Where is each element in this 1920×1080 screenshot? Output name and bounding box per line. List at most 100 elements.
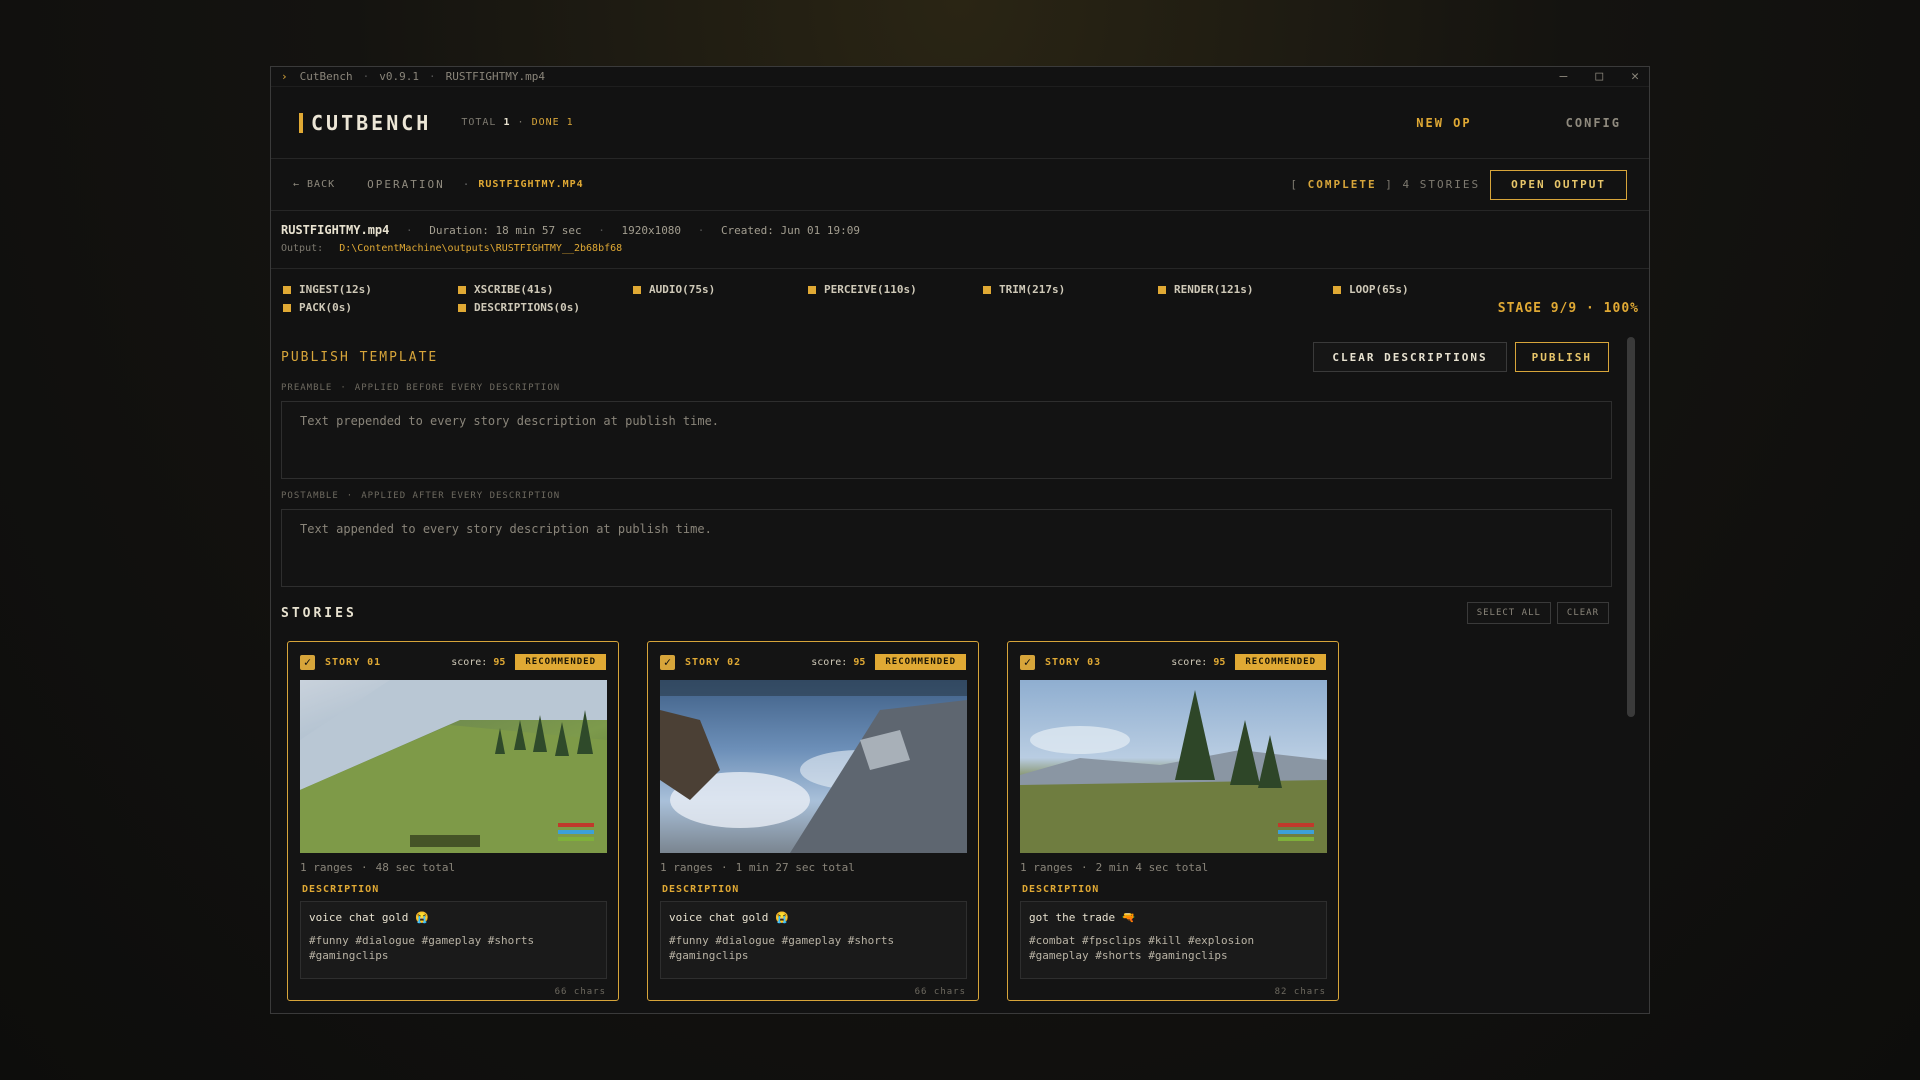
- minimize-icon[interactable]: –: [1560, 69, 1568, 84]
- clear-selection-button[interactable]: CLEAR: [1556, 602, 1609, 624]
- story-ranges: 1 ranges · 1 min 27 sec total: [660, 861, 855, 874]
- main-content: PUBLISH TEMPLATE CLEAR DESCRIPTIONS PUBL…: [271, 337, 1649, 1001]
- stage-status-icon: [458, 285, 466, 294]
- description-label: DESCRIPTION: [1022, 884, 1100, 895]
- preamble-label: PREAMBLE · APPLIED BEFORE EVERY DESCRIPTIO…: [281, 383, 561, 393]
- chevron-right-icon: ›: [281, 70, 288, 83]
- preamble-input[interactable]: [281, 401, 1612, 479]
- description-tags: #funny #dialogue #gameplay #shorts #gami…: [669, 934, 895, 962]
- stage-status-icon: [1333, 285, 1341, 294]
- description-text[interactable]: got the trade 🔫 #combat #fpsclips #kill …: [1020, 901, 1327, 979]
- stage-ingest: INGEST(12s): [283, 283, 458, 296]
- new-op-button[interactable]: NEW OP: [1416, 116, 1471, 130]
- thumbnail-scene: [1020, 690, 1327, 853]
- story-checkbox[interactable]: ✓: [300, 654, 315, 670]
- story-title: STORY 03: [1045, 656, 1102, 668]
- publish-button[interactable]: PUBLISH: [1514, 342, 1609, 372]
- story-title: STORY 01: [325, 656, 382, 668]
- description-line: voice chat gold 😭: [669, 911, 789, 924]
- story-score: score: 95: [451, 656, 506, 668]
- header-nav: NEW OP CONFIG: [1416, 116, 1621, 130]
- description-line: voice chat gold 😭: [309, 911, 429, 924]
- description-label: DESCRIPTION: [662, 884, 740, 895]
- breadcrumb-operation[interactable]: OPERATION: [367, 178, 445, 191]
- stage-status-icon: [633, 285, 641, 294]
- totals: TOTAL 1 · DONE 1: [461, 117, 574, 128]
- output-path[interactable]: D:\ContentMachine\outputs\RUSTFIGHTMY__2…: [339, 243, 622, 254]
- logo-bar: [299, 112, 303, 133]
- char-count: 66 chars: [554, 987, 606, 997]
- story-cards: ✓ STORY 01 score: 95 RECOMMENDED 1 range…: [281, 641, 1609, 1001]
- story-thumbnail[interactable]: [300, 680, 607, 853]
- story-ranges: 1 ranges · 2 min 4 sec total: [1020, 861, 1209, 874]
- description-line: got the trade 🔫: [1029, 911, 1136, 924]
- meta-created: Created: Jun 01 19:09: [720, 224, 861, 237]
- story-thumbnail[interactable]: [660, 680, 967, 853]
- story-score: score: 95: [1171, 656, 1226, 668]
- stage-descriptions: DESCRIPTIONS(0s): [458, 301, 633, 314]
- meta-filename: RUSTFIGHTMY.mp4: [281, 223, 390, 237]
- status-badge: [ COMPLETE ] 4 STORIES: [1290, 178, 1481, 191]
- total-count: 1: [503, 117, 511, 128]
- stories-title: STORIES: [281, 605, 357, 621]
- scrollbar-thumb[interactable]: [1627, 337, 1635, 717]
- description-tags: #combat #fpsclips #kill #explosion #game…: [1029, 934, 1255, 962]
- stage-progress: STAGE 9/9 · 100%: [1497, 301, 1639, 316]
- clear-descriptions-button[interactable]: CLEAR DESCRIPTIONS: [1313, 342, 1507, 372]
- postamble-label: POSTAMBLE · APPLIED AFTER EVERY DESCRIPTIO…: [281, 491, 561, 501]
- char-count: 66 chars: [914, 987, 966, 997]
- stage-pack: PACK(0s): [283, 301, 458, 314]
- scrollbar[interactable]: [1627, 337, 1635, 717]
- meta-resolution: 1920x1080: [621, 224, 682, 237]
- stage-status-icon: [458, 303, 466, 312]
- char-count: 82 chars: [1274, 987, 1326, 997]
- publish-template-title: PUBLISH TEMPLATE: [281, 349, 439, 365]
- story-card-03[interactable]: ✓ STORY 03 score: 95 RECOMMENDED 1 range…: [1007, 641, 1339, 1001]
- close-icon[interactable]: ✕: [1631, 69, 1639, 84]
- config-button[interactable]: CONFIG: [1566, 116, 1621, 130]
- logo-text: CUTBENCH: [311, 110, 432, 135]
- titlebar-file: RUSTFIGHTMY.mp4: [445, 70, 545, 83]
- story-checkbox[interactable]: ✓: [660, 654, 675, 670]
- open-output-button[interactable]: OPEN OUTPUT: [1490, 169, 1627, 200]
- output-label: Output:: [281, 243, 324, 254]
- stage-xscribe: XSCRIBE(41s): [458, 283, 633, 296]
- stories-header: STORIES SELECT ALL CLEAR: [281, 601, 1609, 625]
- story-checkbox[interactable]: ✓: [1020, 654, 1035, 670]
- story-card-01[interactable]: ✓ STORY 01 score: 95 RECOMMENDED 1 range…: [287, 641, 619, 1001]
- title-bar: › CutBench · v0.9.1 · RUSTFIGHTMY.mp4 – …: [271, 67, 1649, 87]
- app-window: › CutBench · v0.9.1 · RUSTFIGHTMY.mp4 – …: [270, 66, 1650, 1014]
- app-header: CUTBENCH TOTAL 1 · DONE 1 NEW OP CONFIG: [271, 87, 1649, 159]
- recommended-badge: RECOMMENDED: [515, 654, 606, 670]
- meta-duration: Duration: 18 min 57 sec: [429, 224, 582, 237]
- pipeline-stages: INGEST(12s) XSCRIBE(41s) AUDIO(75s) PERC…: [271, 269, 1649, 337]
- operation-bar: ← BACK OPERATION · RUSTFIGHTMY.MP4 [ COM…: [271, 159, 1649, 211]
- stage-render: RENDER(121s): [1158, 283, 1333, 296]
- stage-status-icon: [983, 285, 991, 294]
- publish-template-header: PUBLISH TEMPLATE CLEAR DESCRIPTIONS PUBL…: [281, 337, 1609, 377]
- stage-status-icon: [1158, 285, 1166, 294]
- description-text[interactable]: voice chat gold 😭 #funny #dialogue #game…: [300, 901, 607, 979]
- stage-audio: AUDIO(75s): [633, 283, 808, 296]
- description-text[interactable]: voice chat gold 😭 #funny #dialogue #game…: [660, 901, 967, 979]
- breadcrumb-file: RUSTFIGHTMY.MP4: [478, 179, 584, 190]
- postamble-input[interactable]: [281, 509, 1612, 587]
- story-ranges: 1 ranges · 48 sec total: [300, 861, 456, 874]
- stories-count: 4 STORIES: [1402, 178, 1481, 191]
- description-label: DESCRIPTION: [302, 884, 380, 895]
- stage-status-icon: [283, 285, 291, 294]
- stage-loop: LOOP(65s): [1333, 283, 1508, 296]
- story-title: STORY 02: [685, 656, 742, 668]
- back-button[interactable]: ← BACK: [293, 179, 335, 190]
- select-all-button[interactable]: SELECT ALL: [1466, 602, 1551, 624]
- story-thumbnail[interactable]: [1020, 680, 1327, 853]
- recommended-badge: RECOMMENDED: [875, 654, 966, 670]
- story-card-02[interactable]: ✓ STORY 02 score: 95 RECOMMENDED 1 range…: [647, 641, 979, 1001]
- thumbnail-scene: [300, 680, 607, 853]
- stage-status-icon: [808, 285, 816, 294]
- file-meta: RUSTFIGHTMY.mp4 · Duration: 18 min 57 se…: [281, 223, 861, 254]
- titlebar-app: CutBench: [299, 70, 353, 83]
- maximize-icon[interactable]: □: [1595, 69, 1603, 84]
- description-tags: #funny #dialogue #gameplay #shorts #gami…: [309, 934, 535, 962]
- stage-status-icon: [283, 303, 291, 312]
